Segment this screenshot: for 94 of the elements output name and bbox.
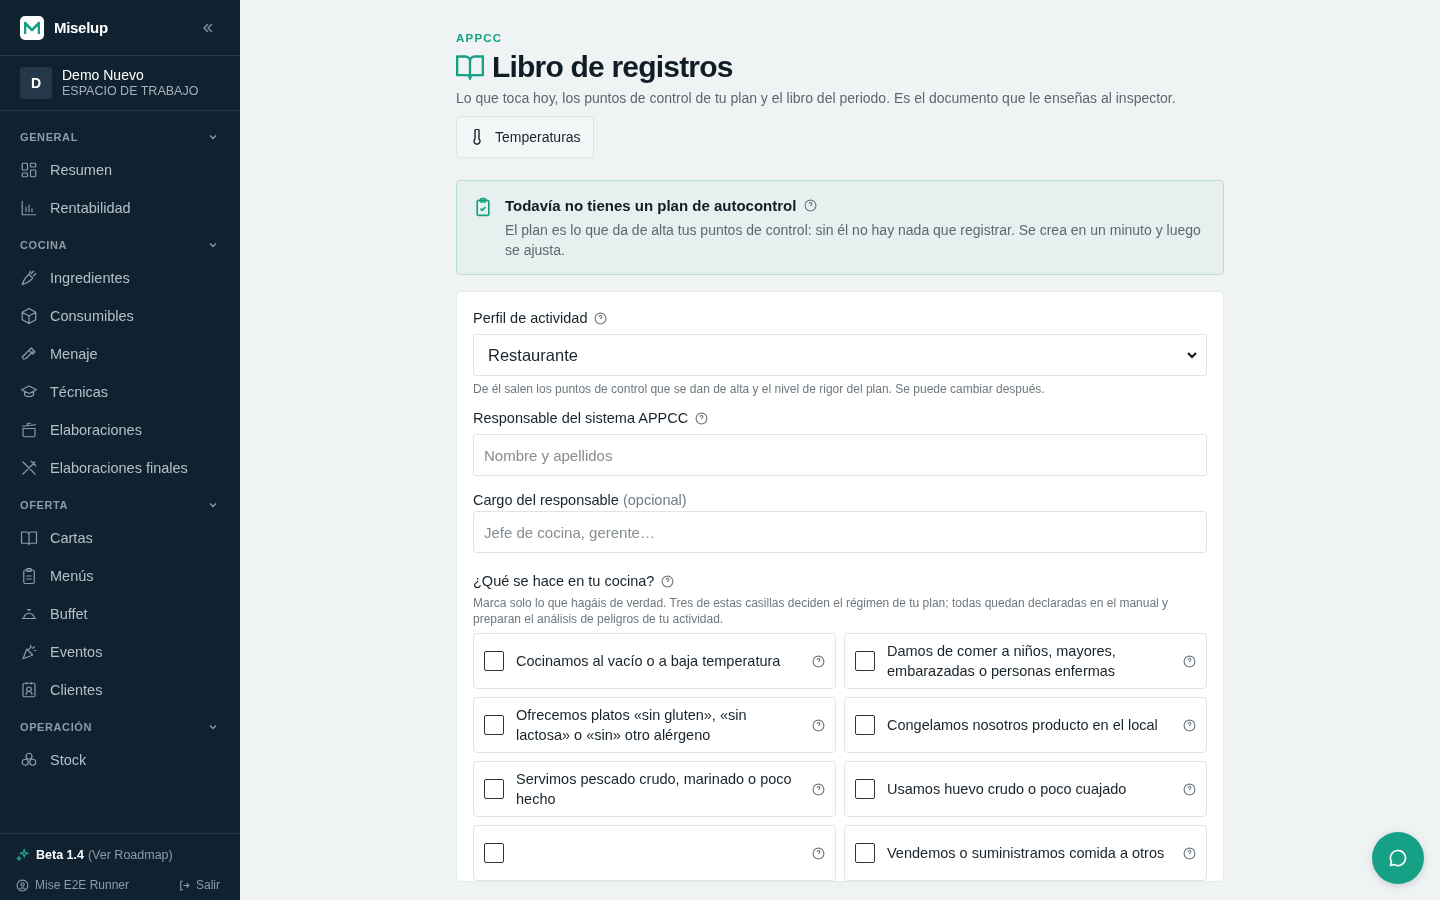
responsible-name-input[interactable]: Nombre y apellidos [473,434,1207,476]
help-icon[interactable] [812,718,825,732]
page-subtitle: Lo que toca hoy, los puntos de control de tu plan y el libro del periodo. Es el documento que le enseñas al inspector. [456,90,1176,106]
box-icon [20,307,38,325]
field-label: Cargo del responsable (opcional) [473,492,687,508]
activity-profile-select[interactable]: Restaurante [473,334,1207,376]
sparkles-icon [16,848,30,862]
activity-option[interactable]: Ofrecemos platos «sin gluten», «sin lactosa» o «sin» otro alérgeno [473,697,836,753]
book-icon [456,54,484,80]
activity-option[interactable]: Usamos huevo crudo o poco cuajado [844,761,1207,817]
section-header[interactable]: GENERAL [0,123,240,151]
nav-item[interactable]: Buffet [0,595,240,633]
notice-text: El plan es lo que da de alta tus puntos de control: sin él no hay nada que registrar. Se crea en un minuto y luego se ajusta. [505,221,1202,260]
help-icon[interactable] [1183,782,1196,796]
thermometer-icon [471,129,483,145]
party-popper-icon [20,643,38,661]
grid-icon [20,161,38,179]
checkbox[interactable] [855,779,875,799]
help-icon[interactable] [812,846,825,860]
chevron-down-icon [1186,349,1198,361]
checkbox[interactable] [855,651,875,671]
help-icon[interactable] [661,574,675,588]
section-title: OFERTA [20,499,68,511]
brand-name: Miselup [54,19,109,36]
activity-option[interactable]: Damos de comer a niños, mayores, embarazadas o personas enfermas [844,633,1207,689]
logo-icon [20,15,44,40]
section-header[interactable]: OPERACIÓN [0,713,240,741]
user-name: Mise E2E Runner [35,878,131,892]
notice-title: Todavía no tienes un plan de autocontrol [505,197,797,214]
chat-bubble-icon [1388,848,1408,868]
help-icon[interactable] [1183,846,1196,860]
nav-item[interactable]: Resumen [0,151,240,189]
activity-option[interactable]: Vendemos o suministramos comida a otros [844,825,1207,881]
workspace-label: ESPACIO DE TRABAJO [62,83,199,99]
checkbox[interactable] [484,843,504,863]
section-header[interactable]: COCINA [0,231,240,259]
workspace-name: Demo Nuevo [62,67,145,83]
field-label: Responsable del sistema APPCC [473,410,689,426]
section-title: COCINA [20,239,67,251]
help-icon[interactable] [594,311,608,325]
help-icon[interactable] [812,782,825,796]
nav-item[interactable]: Eventos [0,633,240,671]
help-icon[interactable] [812,654,825,668]
roadmap-link[interactable]: (Ver Roadmap) [87,848,173,862]
nav-item[interactable]: Cartas [0,519,240,557]
logout-button[interactable]: Salir [178,878,224,892]
nav-item[interactable]: Elaboraciones [0,411,240,449]
checkbox[interactable] [484,779,504,799]
clipboard-check-icon [473,197,493,217]
nav-item[interactable]: Elaboraciones finales [0,449,240,487]
chat-button[interactable] [1372,832,1424,884]
nav-item[interactable]: Menaje [0,335,240,373]
activity-option[interactable]: Congelamos nosotros producto en el local [844,697,1207,753]
field-label: ¿Qué se hace en tu cocina? [473,573,655,589]
boxes-icon [20,751,38,769]
help-icon[interactable] [695,411,709,425]
checkbox[interactable] [855,843,875,863]
workspace-switcher[interactable]: D Demo Nuevo ESPACIO DE TRABAJO [0,56,240,111]
help-icon[interactable] [804,199,818,212]
nav-item[interactable]: Rentabilidad [0,189,240,227]
contact-icon [20,681,38,699]
logout-icon [178,878,191,892]
clipboard-icon [20,567,38,585]
workspace-avatar: D [20,67,52,99]
activity-option[interactable]: Servimos pescado crudo, marinado o poco hecho [473,761,836,817]
bar-chart-icon [20,199,38,217]
checkbox[interactable] [484,715,504,735]
field-hint: De él salen los puntos de control que se dan de alta y el nivel de rigor del plan. Se puede cambiar después. [473,382,1046,396]
temperatures-tab[interactable]: Temperaturas [456,116,594,158]
utensils-icon [20,459,38,477]
nav-item[interactable]: Ingredientes [0,259,240,297]
user-icon [16,878,29,892]
nav-item[interactable]: Clientes [0,671,240,709]
nav-item[interactable]: Stock [0,741,240,779]
version-label: Beta 1.4 [36,848,84,862]
book-icon [20,529,38,547]
section-title: GENERAL [20,131,78,143]
checkbox[interactable] [855,715,875,735]
role-input[interactable]: Jefe de cocina, gerente… [473,511,1207,553]
help-icon[interactable] [1183,654,1196,668]
field-hint: Marca solo lo que hagáis de verdad. Tres de estas casillas deciden el régimen de tu plan; todas quedan declaradas en el manual y preparan el análisis de peligros de tu actividad. [473,595,1170,627]
carrot-icon [20,269,38,287]
activity-option[interactable]: Cocinamos al vacío o a baja temperatura [473,633,836,689]
pot-icon [20,421,38,439]
breadcrumb-label: APPCC [456,32,503,44]
nav-item[interactable]: Técnicas [0,373,240,411]
nav-item[interactable]: Menús [0,557,240,595]
section-title: OPERACIÓN [20,721,93,733]
field-label: Perfil de actividad [473,310,588,326]
nav-item[interactable]: Consumibles [0,297,240,335]
help-icon[interactable] [1183,718,1196,732]
page-title: Libro de registros [492,50,733,84]
section-header[interactable]: OFERTA [0,491,240,519]
checkbox[interactable] [484,651,504,671]
